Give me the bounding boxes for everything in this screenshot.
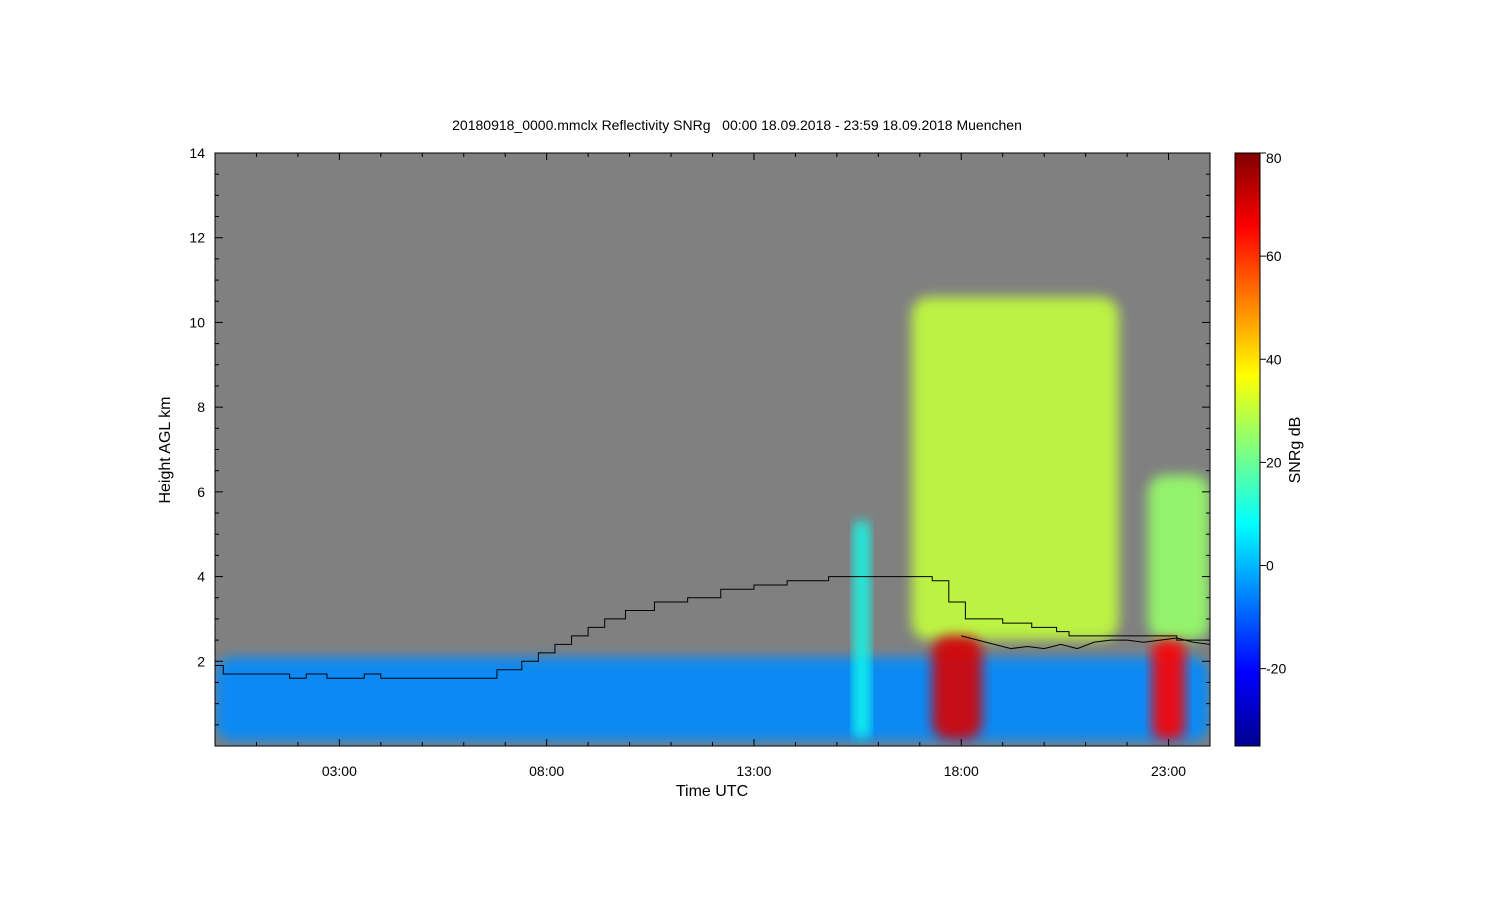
echo-region	[853, 521, 871, 738]
y-tick-label: 14	[189, 145, 205, 161]
radar-chart: 20180918_0000.mmclx Reflectivity SNRg 00…	[157, 117, 1304, 800]
y-tick-label: 8	[197, 399, 205, 415]
y-tick-label: 2	[197, 653, 205, 669]
x-tick-label: 13:00	[736, 763, 771, 779]
echo-region	[215, 657, 1210, 742]
y-tick-label: 4	[197, 569, 205, 585]
colorbar-tick-label: 20	[1266, 454, 1282, 470]
colorbar-tick-label: 0	[1266, 558, 1274, 574]
colorbar-tick-label: 80	[1266, 150, 1282, 166]
x-tick-label: 08:00	[529, 763, 564, 779]
x-tick-label: 18:00	[944, 763, 979, 779]
echo-region	[911, 297, 1119, 641]
y-tick-label: 12	[189, 230, 205, 246]
echo-region	[932, 635, 982, 740]
echo-region	[1147, 474, 1210, 641]
colorbar-tick-label: -20	[1266, 661, 1286, 677]
colorbar	[1234, 152, 1261, 747]
y-axis-label: Height AGL km	[157, 396, 174, 503]
chart-title: 20180918_0000.mmclx Reflectivity SNRg 00…	[452, 117, 1022, 133]
x-tick-label: 03:00	[322, 763, 357, 779]
x-axis-label: Time UTC	[676, 783, 748, 800]
colorbar-tick-label: 60	[1266, 248, 1282, 264]
colorbar-tick-label: 40	[1266, 351, 1282, 367]
colorbar-label: SNRg dB	[1287, 417, 1304, 484]
y-tick-label: 6	[197, 484, 205, 500]
y-tick-label: 10	[189, 314, 205, 330]
x-tick-label: 23:00	[1151, 763, 1186, 779]
colorbar-ticks: -20 0 20 40 60 80	[1260, 150, 1286, 677]
echo-region	[1151, 640, 1186, 740]
